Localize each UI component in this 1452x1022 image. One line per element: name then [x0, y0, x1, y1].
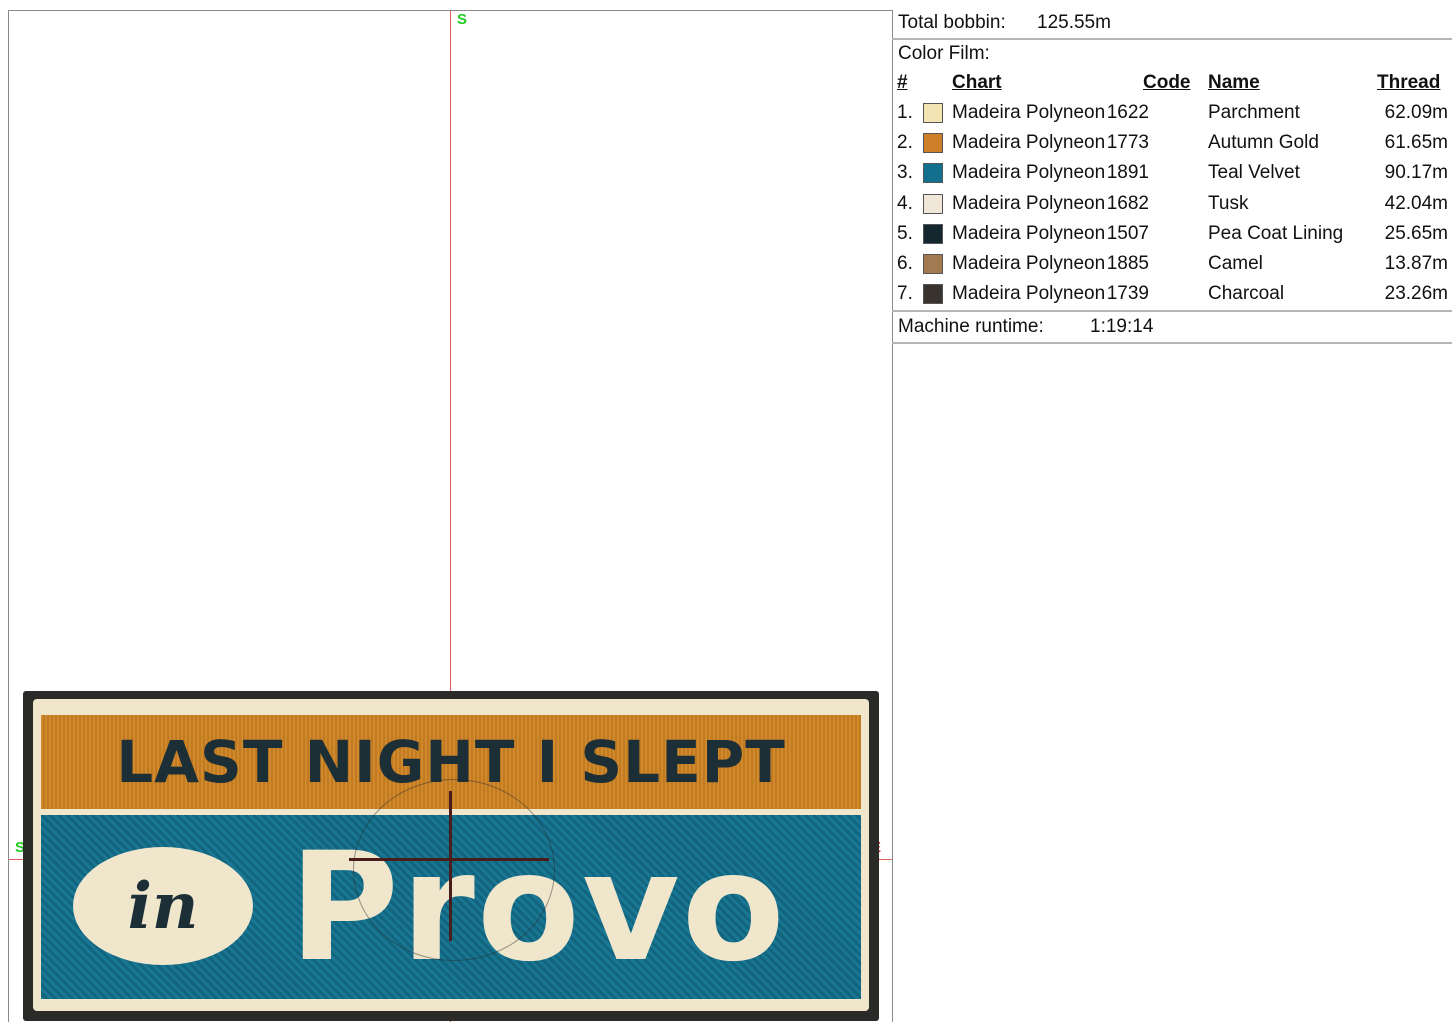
center-cross-vertical: [449, 791, 452, 941]
header-chart: Chart: [952, 72, 1002, 93]
stitch-guide-circle: [353, 779, 555, 961]
start-marker-top: S: [457, 11, 468, 28]
row-number: 6.: [897, 253, 913, 274]
row-name: Teal Velvet: [1208, 162, 1300, 184]
embroidery-design-preview[interactable]: LAST NIGHT I SLEPT in Provo: [23, 691, 879, 1021]
header-name: Name: [1208, 72, 1260, 93]
row-chart: Madeira Polyneon: [952, 102, 1106, 123]
color-swatch: [923, 193, 943, 214]
row-number: 4.: [897, 192, 913, 214]
row-code: 1682: [1106, 192, 1149, 214]
row-code: 1739: [1106, 283, 1149, 305]
color-row[interactable]: 5. Madeira Polyneon 1507 Pea Coat Lining 25.…: [892, 223, 1452, 253]
color-swatch: [923, 103, 943, 123]
machine-runtime-row: Machine runtime: 1:19:14: [892, 312, 1452, 344]
row-number: 2.: [897, 132, 913, 154]
row-chart: Madeira Polyneon: [952, 192, 1106, 214]
row-name: Pea Coat Lining: [1208, 222, 1344, 244]
color-row[interactable]: 6. Madeira Polyneon 1885 Camel 13.87m: [892, 253, 1452, 283]
color-row[interactable]: 7. Madeira Polyneon 1739 Charcoal 23.26m: [892, 283, 1452, 313]
color-swatch: [923, 133, 943, 154]
row-thread: 62.09m: [1384, 102, 1448, 123]
row-chart: Madeira Polyneon: [952, 132, 1106, 154]
row-thread: 61.65m: [1384, 132, 1448, 154]
design-oval: in: [73, 847, 253, 965]
color-swatch: [923, 284, 943, 305]
row-name: Tusk: [1208, 192, 1249, 214]
thread-info-panel: Total bobbin: 125.55m Color Film: # Char…: [892, 10, 1452, 345]
row-number: 1.: [897, 102, 913, 123]
row-name: Autumn Gold: [1208, 132, 1319, 154]
design-canvas[interactable]: S S E LAST NIGHT I SLEPT in Provo: [8, 10, 893, 1022]
header-thread: Thread: [1377, 72, 1441, 93]
row-code: 1891: [1106, 162, 1149, 184]
color-row[interactable]: 1. Madeira Polyneon 1622 Parchment 62.09m: [892, 102, 1452, 132]
row-name: Charcoal: [1208, 283, 1285, 305]
row-thread: 42.04m: [1384, 192, 1448, 214]
row-thread: 23.26m: [1384, 283, 1448, 305]
row-chart: Madeira Polyneon: [952, 222, 1106, 244]
row-chart: Madeira Polyneon: [952, 283, 1106, 305]
row-code: 1622: [1106, 102, 1149, 123]
row-name: Parchment: [1208, 102, 1300, 123]
color-row[interactable]: 3. Madeira Polyneon 1891 Teal Velvet 90.17m: [892, 162, 1452, 192]
row-code: 1773: [1106, 132, 1149, 154]
row-thread: 90.17m: [1384, 162, 1448, 184]
row-chart: Madeira Polyneon: [952, 253, 1106, 274]
row-number: 5.: [897, 222, 913, 244]
row-thread: 25.65m: [1384, 222, 1448, 244]
design-oval-text: in: [127, 868, 199, 944]
row-code: 1507: [1106, 222, 1149, 244]
color-film-label: Color Film:: [898, 43, 990, 64]
row-name: Camel: [1208, 253, 1263, 274]
color-swatch: [923, 223, 943, 244]
color-table-header: # Chart Code Name Thread: [892, 72, 1452, 98]
row-code: 1885: [1106, 253, 1149, 274]
color-swatch: [923, 254, 943, 274]
color-swatch: [923, 163, 943, 184]
header-code: Code: [1143, 72, 1191, 93]
color-row[interactable]: 2. Madeira Polyneon 1773 Autumn Gold 61.65m: [892, 132, 1452, 162]
row-chart: Madeira Polyneon: [952, 162, 1106, 184]
total-bobbin-row: Total bobbin: 125.55m: [892, 10, 1452, 40]
runtime-value: 1:19:14: [1090, 316, 1154, 337]
header-num: #: [897, 72, 908, 93]
color-row[interactable]: 4. Madeira Polyneon 1682 Tusk 42.04m: [892, 193, 1452, 223]
row-thread: 13.87m: [1384, 253, 1448, 274]
runtime-label: Machine runtime:: [898, 316, 1044, 337]
row-number: 3.: [897, 162, 913, 184]
total-bobbin-label: Total bobbin:: [898, 12, 1006, 33]
total-bobbin-value: 125.55m: [1037, 12, 1111, 33]
row-number: 7.: [897, 283, 913, 305]
